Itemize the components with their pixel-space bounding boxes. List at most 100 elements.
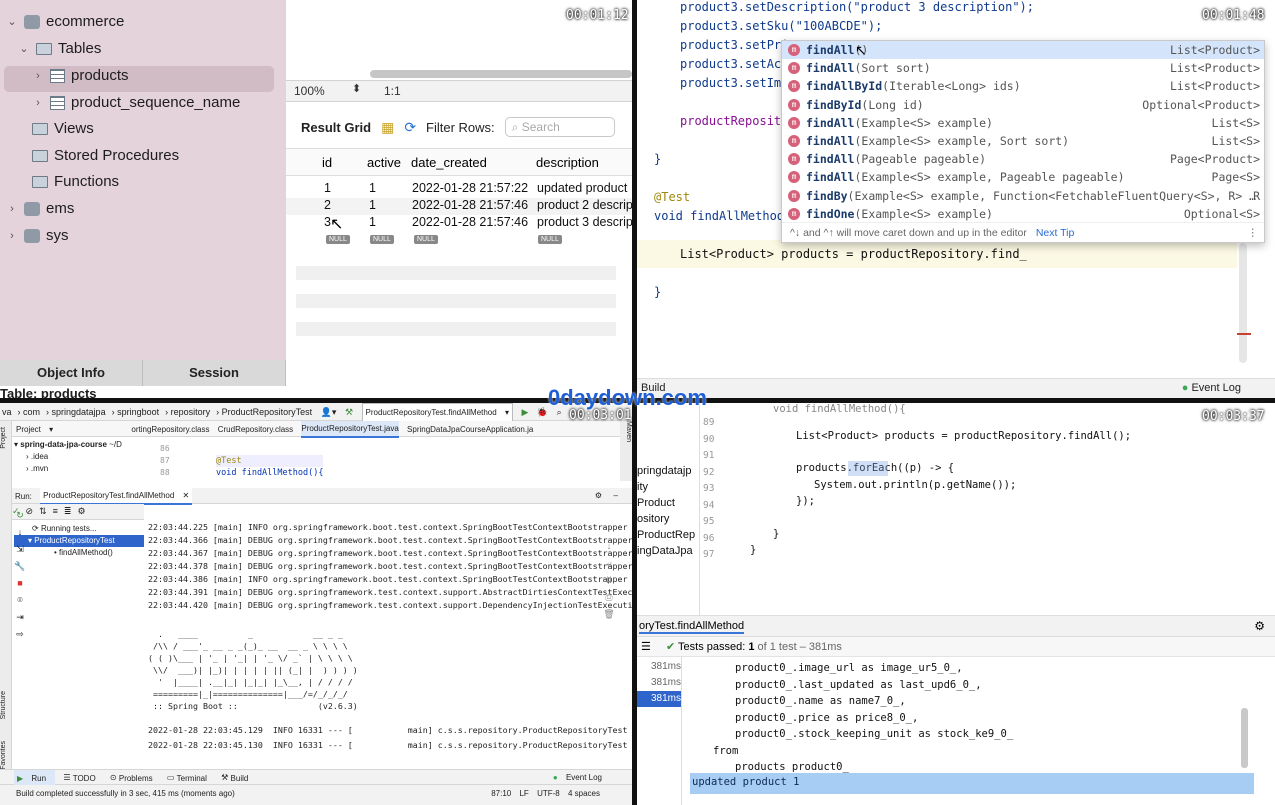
wrap-icon[interactable]: ⤶	[598, 555, 620, 572]
editor-tab[interactable]: SpringDataJpaCourseApplication.ja	[407, 422, 533, 437]
breadcrumb-item[interactable]: springdatajpa	[52, 404, 106, 421]
trash-icon[interactable]: 🗑	[598, 606, 620, 623]
test-time-selected[interactable]: 381ms	[637, 691, 681, 707]
test-class-row[interactable]: ▾ ProductRepositoryTest	[14, 535, 144, 547]
completion-item[interactable]: m findAllById(Iterable<Long> ids) List<Pro…	[782, 77, 1266, 95]
zoom-ratio[interactable]: 1:1	[384, 84, 401, 98]
maven-vtab[interactable]: Maven	[620, 421, 632, 481]
completion-item[interactable]: m findAll(Pageable pageable) Page<Product>	[782, 150, 1266, 168]
editor-tab[interactable]: ortingRepository.class	[131, 422, 209, 437]
project-dropdown[interactable]: Project ▾	[16, 422, 53, 437]
run-tab[interactable]: oryTest.findAllMethod	[639, 620, 745, 634]
tree-item[interactable]: pringdatajp	[637, 463, 699, 479]
error-stripe-mark[interactable]	[1237, 333, 1251, 335]
breadcrumb-item[interactable]: va	[2, 404, 12, 421]
tree-item-idea[interactable]: › .idea	[14, 451, 154, 463]
minimize-icon[interactable]: –	[614, 488, 618, 503]
tree-item[interactable]: ingDataJpa	[637, 543, 699, 559]
tree-item-products[interactable]: › products	[32, 64, 128, 88]
stop-icon[interactable]: ■	[14, 575, 26, 592]
export-icon[interactable]: ⇥	[14, 609, 26, 626]
tree-item[interactable]: Product	[637, 495, 699, 511]
build-hammer-icon[interactable]: ⚒	[345, 404, 353, 421]
tree-item-ems[interactable]: › ems	[6, 197, 74, 221]
grid-view-icon[interactable]: ▦	[381, 119, 394, 136]
tree-item-stored-procedures[interactable]: Stored Procedures	[32, 144, 179, 168]
wrench-icon[interactable]: 🔧	[14, 558, 26, 575]
camera-icon[interactable]: ⌾	[14, 592, 26, 609]
up-icon[interactable]: ↑	[598, 521, 620, 538]
col-id[interactable]: id	[322, 155, 332, 170]
collapse-icon[interactable]: ≣	[64, 504, 72, 519]
print-icon[interactable]: ⎙	[598, 589, 620, 606]
tree-item-functions[interactable]: Functions	[32, 170, 119, 194]
completion-item[interactable]: m findAll(Example<S> example, Sort sort) L…	[782, 132, 1266, 150]
run-tool-tab[interactable]: ▶ Run	[14, 770, 56, 786]
problems-tool-tab[interactable]: ⊙ Problems	[110, 770, 159, 785]
breadcrumb-item[interactable]: repository	[171, 404, 211, 421]
settings-icon[interactable]: ⚙	[77, 504, 85, 519]
editor-scrollbar[interactable]	[1239, 243, 1247, 363]
file-encoding[interactable]: UTF-8	[537, 785, 560, 803]
expand-icon[interactable]: ≡	[53, 504, 58, 519]
project-root[interactable]: ▾ spring-data-jpa-course ~/D	[14, 439, 154, 451]
tree-item-mvn[interactable]: › .mvn	[14, 463, 154, 475]
line-separator[interactable]: LF	[519, 785, 528, 803]
completion-item[interactable]: m findById(Long id) Optional<Product>	[782, 96, 1266, 114]
sort-icon[interactable]: ⇅	[39, 504, 47, 519]
col-active[interactable]: active	[367, 155, 401, 170]
tree-item-views[interactable]: Views	[32, 117, 94, 141]
breadcrumb-item[interactable]: ProductRepositoryTest	[222, 404, 313, 421]
project-vtab[interactable]: Project	[0, 427, 7, 449]
completion-item[interactable]: m findAll(Example<S> example) List<S>	[782, 114, 1266, 132]
zoom-level[interactable]: 100%	[294, 84, 325, 98]
login-icon[interactable]: ⇨	[14, 626, 26, 643]
completion-item[interactable]: m findAll(Sort sort) List<Product>	[782, 59, 1266, 77]
col-description[interactable]: description	[536, 155, 599, 170]
col-date-created[interactable]: date_created	[411, 155, 487, 170]
next-tip-link[interactable]: Next Tip	[1036, 227, 1075, 239]
gear-icon[interactable]: ⚙	[595, 488, 602, 503]
event-log-tab[interactable]: ● Event Log	[553, 770, 608, 785]
down-icon[interactable]: ↓	[14, 524, 26, 541]
menu-icon[interactable]: ☰	[641, 641, 651, 653]
new-row[interactable]: NULL NULL NULL NULL	[286, 234, 632, 251]
editor-tab[interactable]: CrudRepository.class	[218, 422, 293, 437]
run-tab[interactable]: ProductRepositoryTest.findAllMethod ✕	[40, 488, 193, 506]
user-icon[interactable]: 👤▾	[321, 404, 337, 421]
todo-tool-tab[interactable]: ☰ TODO	[63, 770, 101, 785]
console-scrollbar[interactable]	[1241, 708, 1248, 768]
rerun-icon[interactable]: ↻	[14, 507, 26, 524]
build-tool-tab[interactable]: ⚒ Build	[221, 770, 254, 785]
more-options-icon[interactable]: ⋮	[1248, 223, 1259, 243]
gear-icon[interactable]: ⚙	[1254, 619, 1265, 633]
run-config-select[interactable]: ProductRepositoryTest.findAllMethod ▾	[361, 403, 513, 423]
table-row[interactable]: 2 1 2022-01-28 21:57:46 product 2 descrip	[286, 198, 632, 215]
zoom-stepper-icon[interactable]: ⬍	[352, 82, 361, 95]
editor-tab-active[interactable]: ProductRepositoryTest.java	[301, 421, 399, 438]
scroll-end-icon[interactable]: ⇊	[598, 572, 620, 589]
completion-item[interactable]: m findAll(Example<S> example, Pageable pa…	[782, 168, 1266, 186]
run-icon[interactable]: ▶	[521, 404, 528, 421]
structure-vtab[interactable]: Structure	[0, 691, 7, 719]
table-row[interactable]: 1 1 2022-01-28 21:57:22 updated product	[286, 181, 632, 198]
breadcrumb-item[interactable]: springboot	[117, 404, 159, 421]
tree-item-ecommerce[interactable]: ⌄ ecommerce	[6, 10, 124, 34]
tree-item[interactable]: ProductRep	[637, 527, 699, 543]
tree-item[interactable]: ity	[637, 479, 699, 495]
filter-search-input[interactable]: ⌕ Search	[504, 117, 615, 137]
tree-item-tables[interactable]: ⌄ Tables	[18, 37, 101, 61]
tree-item[interactable]: ository	[637, 511, 699, 527]
horizontal-scrollbar[interactable]	[370, 70, 632, 78]
completion-item[interactable]: m findBy(Example<S> example, Function<Fet…	[782, 187, 1266, 205]
refresh-icon[interactable]: ⟳	[404, 119, 416, 136]
pin-icon[interactable]: ⇲	[14, 541, 26, 558]
session-tab[interactable]: Session	[143, 360, 286, 386]
event-log-tab[interactable]: ● Event Log	[1182, 379, 1241, 397]
tree-item-sys[interactable]: › sys	[6, 224, 68, 248]
test-method-row[interactable]: • findAllMethod()	[14, 547, 144, 559]
caret-position[interactable]: 87:10	[491, 785, 511, 803]
completion-item[interactable]: m findOne(Example<S> example) Optional<S>	[782, 205, 1266, 223]
stop-circle-icon[interactable]: ⊘	[26, 504, 34, 519]
indent-setting[interactable]: 4 spaces	[568, 785, 600, 803]
